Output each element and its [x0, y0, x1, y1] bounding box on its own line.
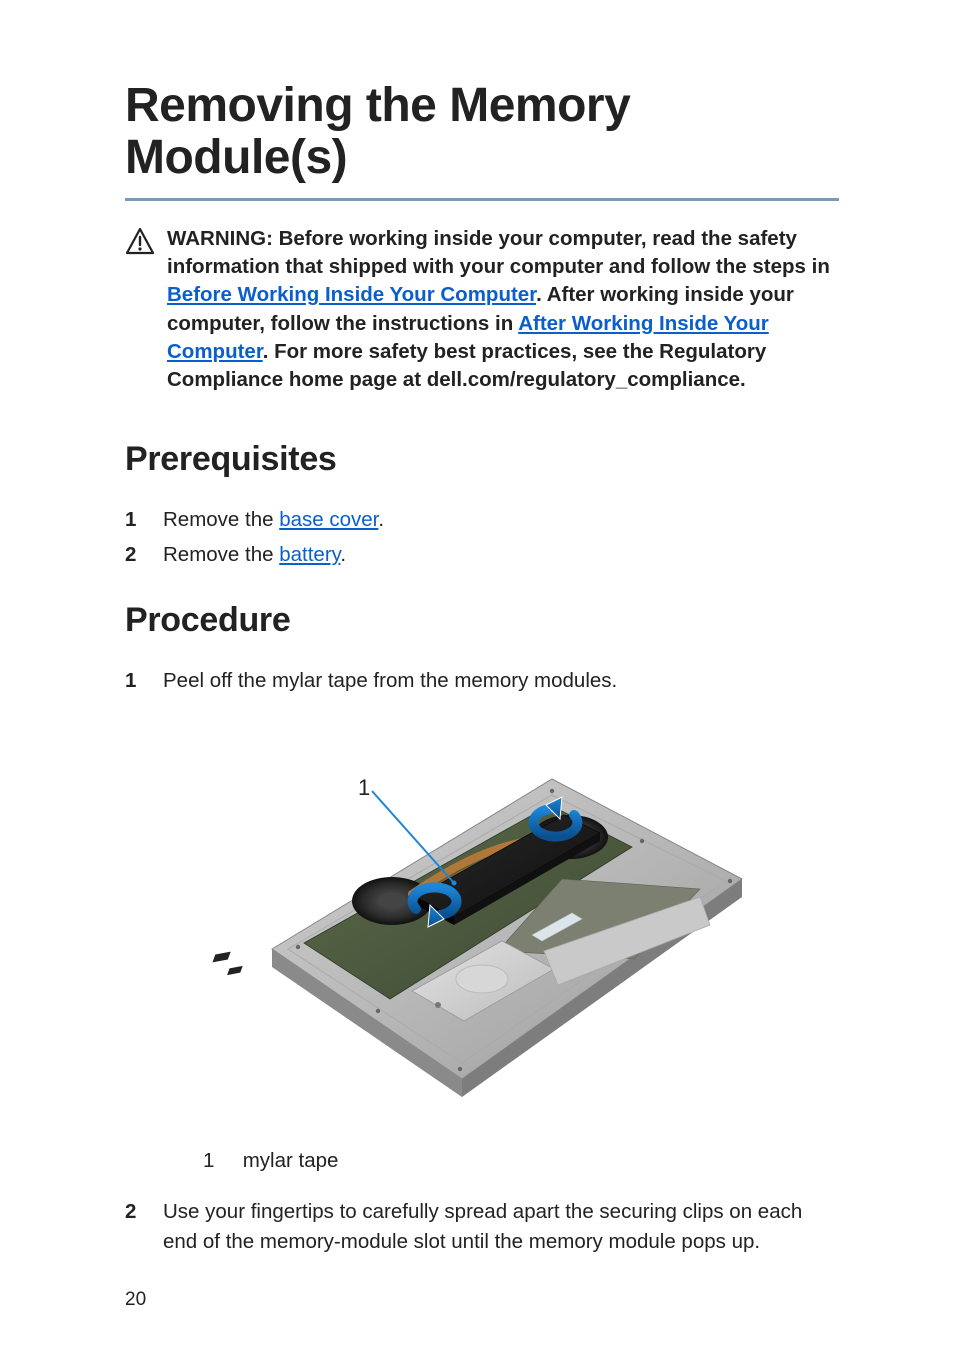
warning-icon — [125, 227, 155, 260]
procedure-list-part2: 2 Use your fingertips to carefully sprea… — [125, 1197, 839, 1259]
legend-label: mylar tape — [243, 1149, 339, 1172]
figure-mylar-tape: 1 — [202, 719, 762, 1119]
step-text: Remove the base cover. — [163, 505, 384, 536]
warning-prefix: WARNING: Before working inside your comp… — [167, 227, 830, 278]
step-text: Use your fingertips to carefully spread … — [163, 1197, 839, 1259]
list-item: 1 Peel off the mylar tape from the memor… — [125, 666, 839, 697]
step-number: 2 — [125, 1197, 143, 1228]
step-text: Remove the battery. — [163, 540, 346, 571]
step-number: 1 — [125, 505, 143, 536]
heading-procedure: Procedure — [125, 601, 839, 640]
figure-wrapper: 1 — [125, 719, 839, 1119]
link-before-working[interactable]: Before Working Inside Your Computer — [167, 283, 536, 306]
step-text: Peel off the mylar tape from the memory … — [163, 666, 617, 697]
warning-text: WARNING: Before working inside your comp… — [167, 225, 839, 395]
page-number: 20 — [125, 1289, 146, 1311]
title-divider — [125, 198, 839, 201]
list-item: 2 Use your fingertips to carefully sprea… — [125, 1197, 839, 1259]
figure-callout-number: 1 — [358, 775, 370, 800]
step-number: 2 — [125, 540, 143, 571]
heading-prerequisites: Prerequisites — [125, 440, 839, 479]
link-base-cover[interactable]: base cover — [279, 508, 378, 531]
figure-legend: 1 mylar tape — [125, 1149, 839, 1173]
warning-block: WARNING: Before working inside your comp… — [125, 225, 839, 395]
list-item: 2 Remove the battery. — [125, 540, 839, 571]
procedure-list-part1: 1 Peel off the mylar tape from the memor… — [125, 666, 839, 697]
step-number: 1 — [125, 666, 143, 697]
page-title: Removing the Memory Module(s) — [125, 80, 839, 184]
legend-number: 1 — [203, 1149, 237, 1173]
prerequisites-list: 1 Remove the base cover. 2 Remove the ba… — [125, 505, 839, 571]
link-battery[interactable]: battery — [279, 543, 340, 566]
list-item: 1 Remove the base cover. — [125, 505, 839, 536]
